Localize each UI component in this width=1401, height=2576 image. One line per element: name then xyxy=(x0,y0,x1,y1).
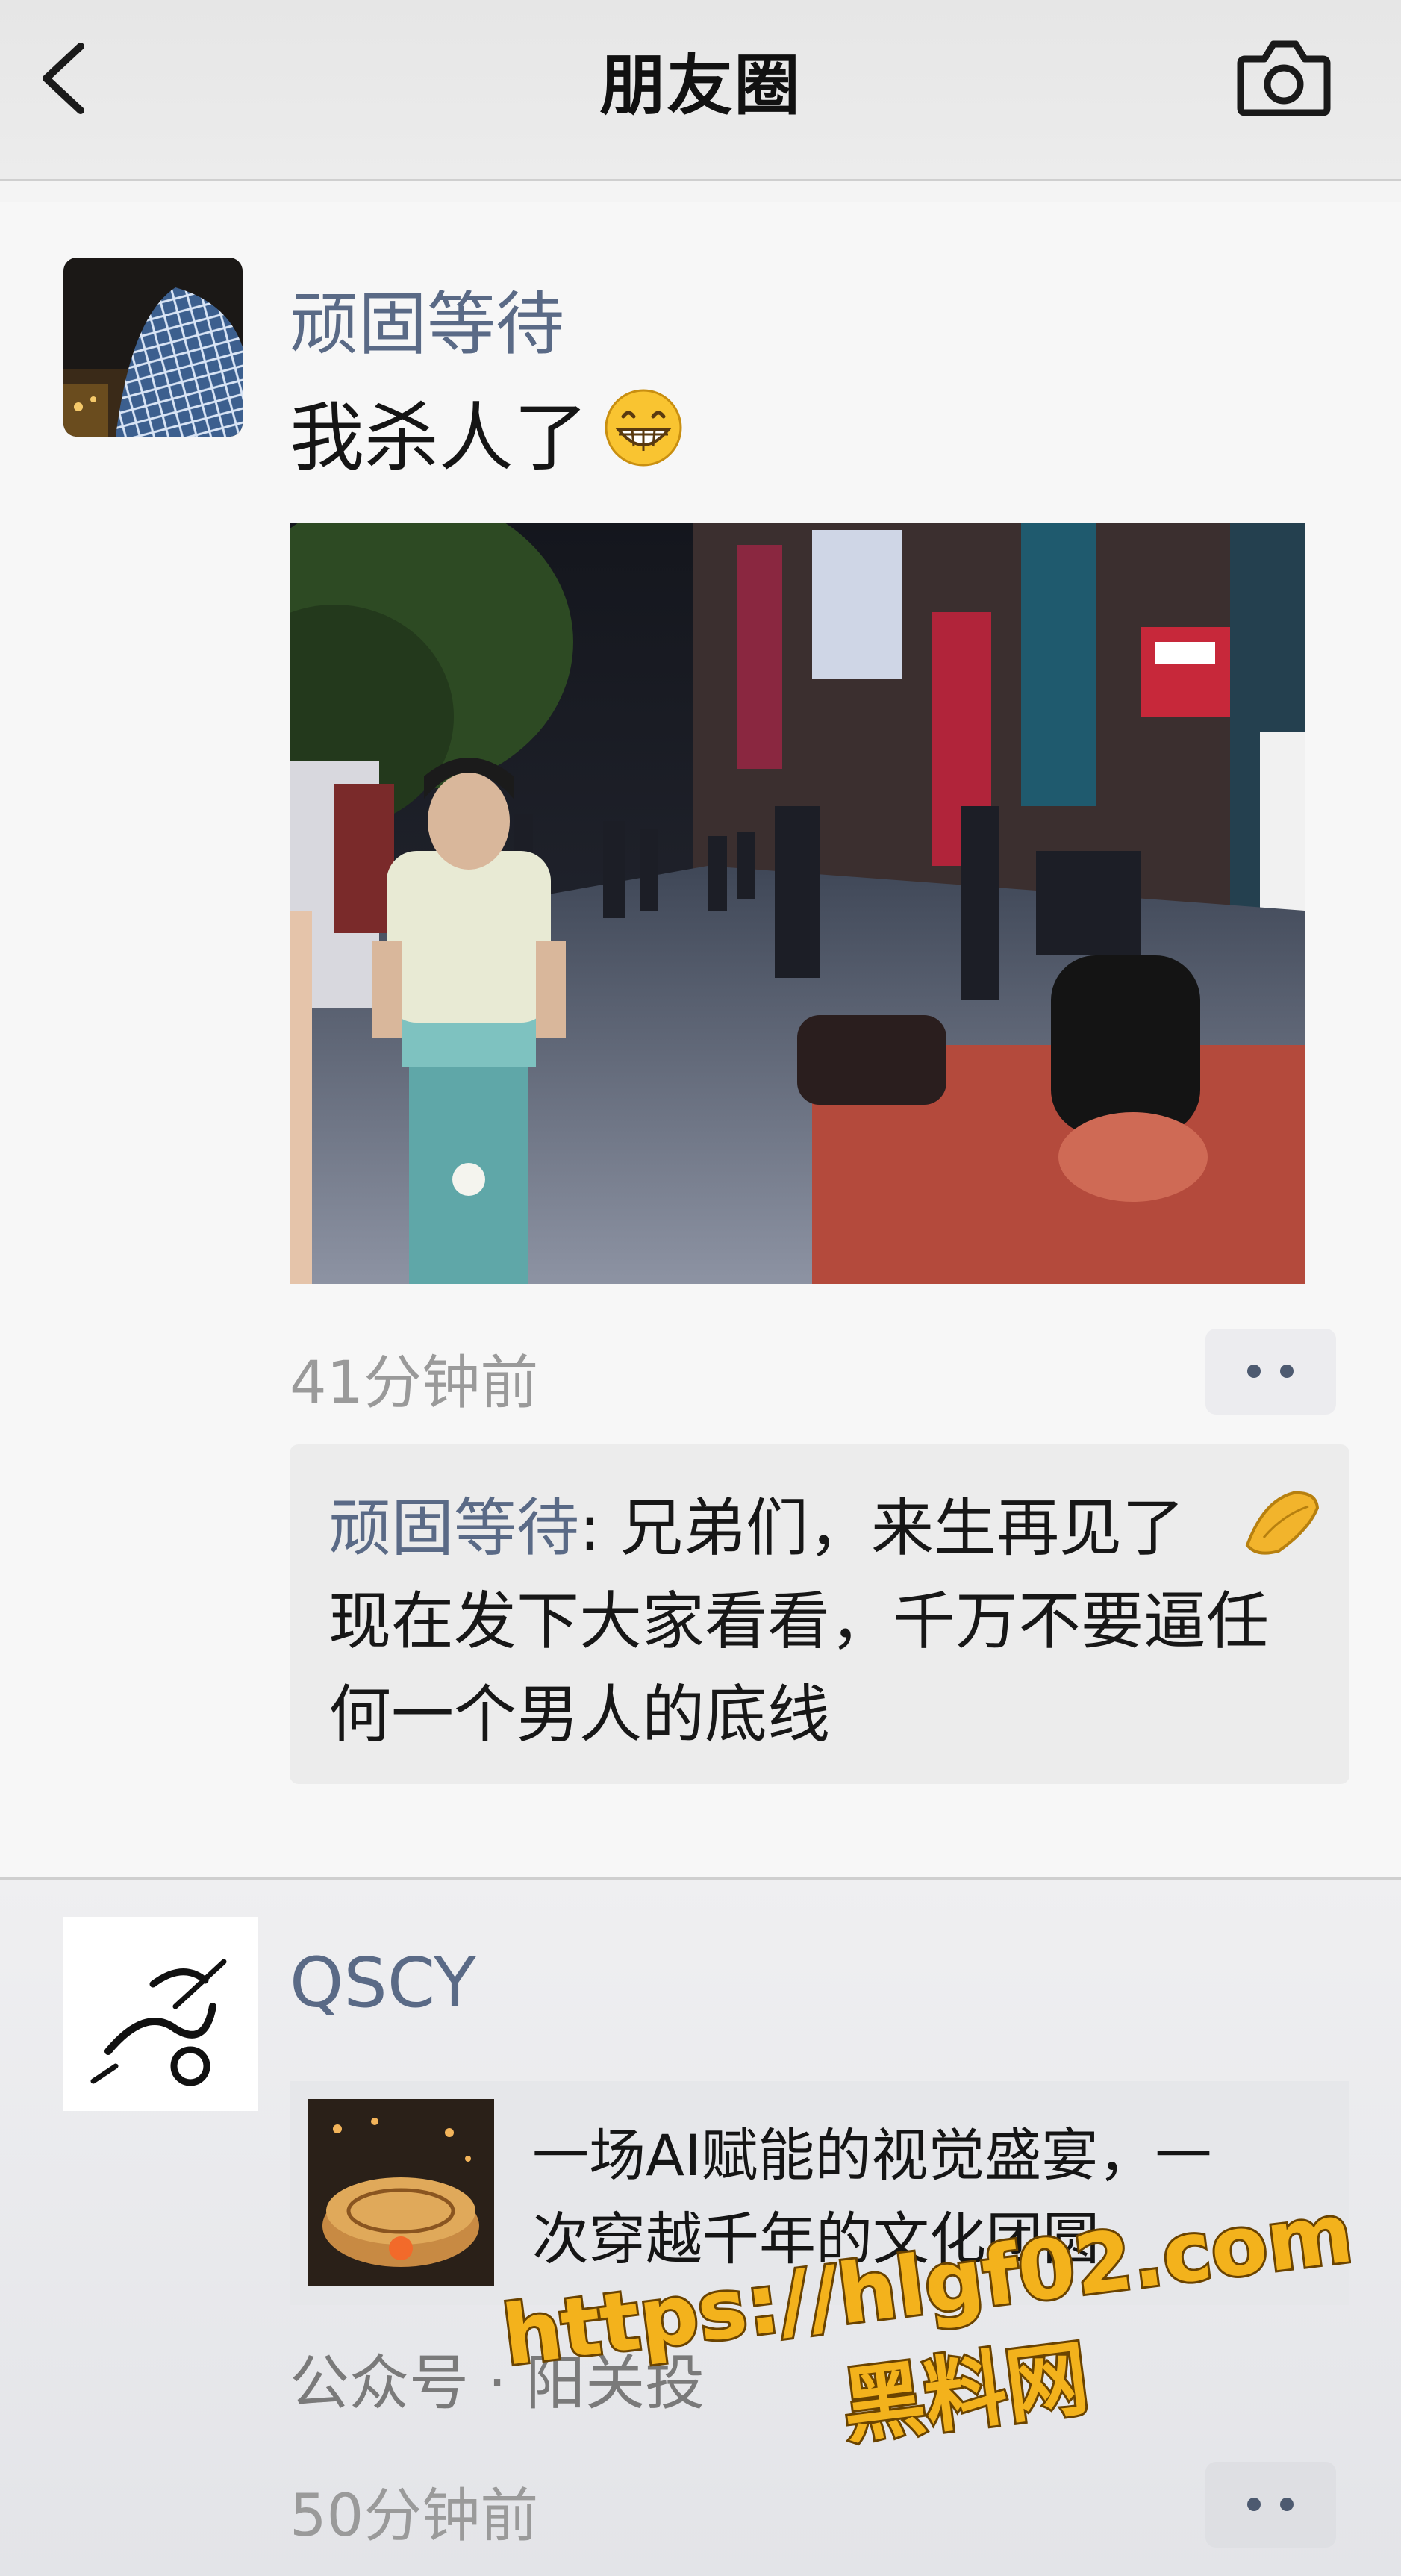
post-time: 50分钟前 xyxy=(290,2483,539,2550)
comment-text: 何一个男人的底线 xyxy=(328,1678,831,1751)
bye-hand-icon xyxy=(1245,1491,1320,1555)
camera-icon xyxy=(1237,40,1331,116)
author-name[interactable]: 顽固等待 xyxy=(290,269,564,368)
post-text: 我杀人了 xyxy=(290,394,588,481)
avatar-image xyxy=(63,1917,258,2111)
article-thumbnail xyxy=(308,2099,494,2286)
avatar[interactable] xyxy=(63,258,243,437)
watermark-name: 黑料网 xyxy=(837,2330,1093,2455)
comment-text: : 兄弟们，来生再见了 xyxy=(579,1491,1185,1565)
comment-box: 顽固等待: 兄弟们，来生再见了 现在发下大家看看，千万不要逼任 何一个男人的底线 xyxy=(290,1444,1349,1784)
street-scene-image xyxy=(290,523,1305,1284)
commenter-name[interactable]: 顽固等待 xyxy=(328,1491,579,1565)
camera-button[interactable] xyxy=(1232,34,1336,123)
comment: 顽固等待: 兄弟们，来生再见了 xyxy=(328,1478,1185,1568)
post-time: 41分钟前 xyxy=(290,1350,539,1417)
grinning-face-icon xyxy=(605,389,682,467)
watermark-overlay: https://hlgf02.com 黑料网 xyxy=(496,2209,1351,2457)
dot-icon xyxy=(1247,1365,1261,1378)
moment-post: 顽固等待 我杀人了 41分钟前 顽固等待: 兄弟们，来生再见了 现在发下大家看看… xyxy=(0,202,1401,1877)
nav-bar: 朋友圈 xyxy=(0,0,1401,181)
comment-text: 现在发下大家看看，千万不要逼任 xyxy=(328,1585,1270,1658)
page-title: 朋友圈 xyxy=(599,47,802,124)
post-photo[interactable] xyxy=(290,523,1305,1284)
avatar[interactable] xyxy=(63,1917,258,2111)
dot-icon xyxy=(1280,2498,1294,2511)
avatar-image xyxy=(63,258,243,437)
dot-icon xyxy=(1247,2498,1261,2511)
more-actions-button[interactable] xyxy=(1205,1329,1336,1415)
dot-icon xyxy=(1280,1365,1294,1378)
article-title: 一场AI赋能的视觉盛宴，一 xyxy=(532,2122,1212,2189)
author-name[interactable]: QSCY xyxy=(290,1943,476,2023)
mooncake-image xyxy=(308,2099,494,2286)
